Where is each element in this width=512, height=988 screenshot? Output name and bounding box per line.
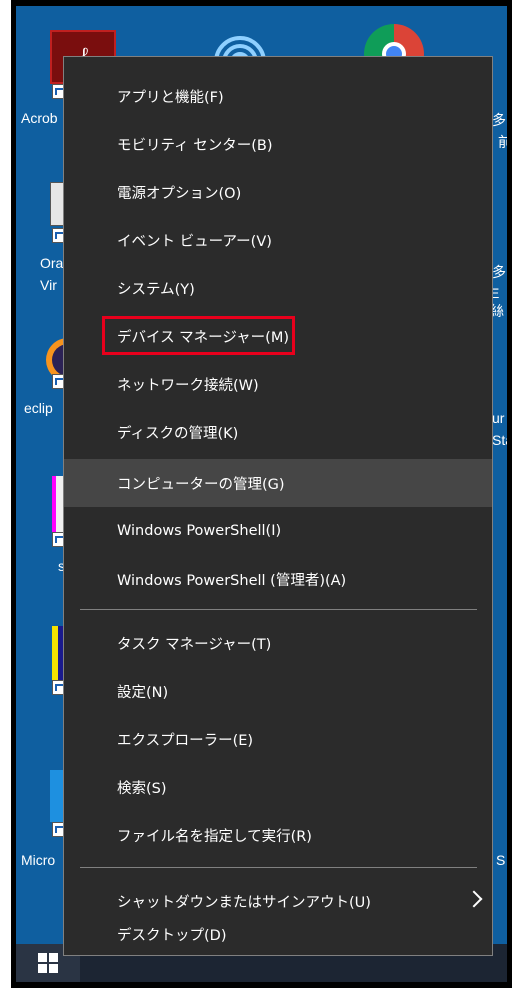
desktop-label-ora: Ora [40,255,64,271]
desktop-label-eclipse: eclip [24,400,53,416]
desktop-label-right: 多 [492,264,506,280]
power-user-menu: アプリと機能(F) モビリティ センター(B) 電源オプション(O) イベント … [63,56,493,956]
menu-item-system[interactable]: システム(Y) [64,264,492,312]
desktop-label-micro: Micro [21,852,56,868]
menu-separator [80,867,477,868]
desktop-label-right: ur [492,410,505,426]
menu-item-label: コンピューターの管理(G) [117,476,285,493]
menu-item-label: エクスプローラー(E) [117,732,254,749]
menu-item-label: モビリティ センター(B) [117,137,273,154]
menu-item-apps-features[interactable]: アプリと機能(F) [64,72,492,120]
menu-item-label: 設定(N) [117,684,169,701]
menu-item-label: タスク マネージャー(T) [117,636,272,653]
menu-item-label: Windows PowerShell (管理者)(A) [117,572,347,589]
menu-item-run[interactable]: ファイル名を指定して実行(R) [64,811,492,859]
menu-item-network-connections[interactable]: ネットワーク接続(W) [64,360,492,408]
menu-item-powershell[interactable]: Windows PowerShell(I) [64,507,492,555]
menu-item-label: システム(Y) [117,281,195,298]
menu-item-task-manager[interactable]: タスク マネージャー(T) [64,619,492,667]
menu-item-label: ファイル名を指定して実行(R) [117,828,312,845]
menu-item-label: シャットダウンまたはサインアウト(U) [117,894,371,911]
menu-item-power-options[interactable]: 電源オプション(O) [64,168,492,216]
device-manager-highlight-box [102,316,295,355]
desktop-label-right: Sta [492,432,507,448]
menu-item-label: ディスクの管理(K) [117,425,239,442]
menu-item-explorer[interactable]: エクスプローラー(E) [64,715,492,763]
menu-item-label: ネットワーク接続(W) [117,377,259,394]
windows-logo-icon [38,953,58,973]
menu-item-label: 電源オプション(O) [117,185,242,202]
menu-item-settings[interactable]: 設定(N) [64,667,492,715]
menu-item-label: アプリと機能(F) [117,89,224,106]
menu-item-powershell-admin[interactable]: Windows PowerShell (管理者)(A) [64,555,492,603]
menu-item-event-viewer[interactable]: イベント ビューアー(V) [64,216,492,264]
menu-item-computer-management[interactable]: コンピューターの管理(G) [64,459,492,507]
desktop-label-right: 多 [492,112,506,128]
menu-item-disk-management[interactable]: ディスクの管理(K) [64,408,492,456]
desktop-label-vir: Vir [40,277,57,293]
menu-item-label: デスクトップ(D) [117,927,227,944]
menu-item-search[interactable]: 検索(S) [64,763,492,811]
menu-separator [80,609,477,610]
desktop-label-right: 前 [498,134,507,150]
desktop-label-acrobat: Acrob [21,110,58,126]
desktop-label-right: S [496,852,506,868]
menu-item-mobility-center[interactable]: モビリティ センター(B) [64,120,492,168]
menu-item-label: イベント ビューアー(V) [117,233,272,250]
menu-item-label: 検索(S) [117,780,167,797]
chevron-right-icon [465,890,483,908]
menu-item-desktop[interactable]: デスクトップ(D) [64,913,492,955]
menu-item-label: Windows PowerShell(I) [117,523,282,539]
